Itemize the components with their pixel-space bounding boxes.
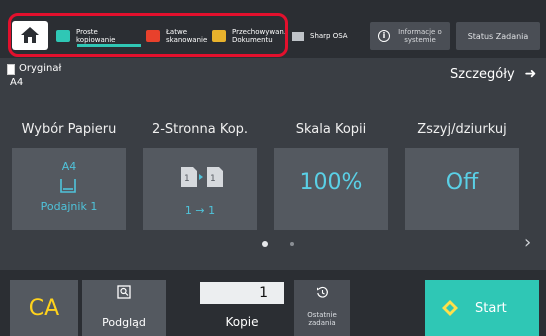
shortcuts-highlight-frame <box>8 13 288 57</box>
start-label: Start <box>475 300 507 316</box>
tile-body: A4 Podajnik 1 <box>12 148 126 230</box>
paper-select-tile[interactable]: Wybór Papieru A4 Podajnik 1 <box>10 110 128 232</box>
svg-text:1: 1 <box>210 174 216 184</box>
tile-body: 100% <box>274 148 388 230</box>
tile-title: Skala Kopii <box>295 121 367 137</box>
clear-all-button[interactable]: CA <box>10 280 78 336</box>
job-status-button[interactable]: Status Zadania <box>456 22 540 50</box>
preview-button[interactable]: Podgląd <box>82 280 166 336</box>
svg-text:1: 1 <box>184 174 190 184</box>
page-dot-active <box>262 241 268 247</box>
start-icon <box>442 300 458 316</box>
tile-body: 1 1 1 → 1 <box>143 148 257 230</box>
sharp-osa-label: Sharp OSA <box>310 32 348 40</box>
paper-tray-icon <box>60 179 76 193</box>
chevron-right-icon[interactable]: › <box>524 232 531 253</box>
copy-ratio-tile[interactable]: Skala Kopii 100% <box>272 110 390 232</box>
copies-label: Kopie <box>225 315 259 329</box>
recent-jobs-button[interactable]: Ostatnie zadania <box>294 280 350 336</box>
preview-label: Podgląd <box>102 316 146 329</box>
app-icon <box>292 31 304 41</box>
staple-punch-tile[interactable]: Zszyj/dziurkuj Off <box>403 110 521 232</box>
tile-body: Off <box>405 148 519 230</box>
page-dot <box>290 242 294 246</box>
info-icon: i <box>378 30 390 42</box>
copy-ratio-value: 100% <box>299 170 363 195</box>
system-info-button[interactable]: i Informacje o systemie <box>370 22 450 50</box>
tile-title: Zszyj/dziurkuj <box>417 121 507 137</box>
history-icon <box>317 286 328 298</box>
copies-input[interactable]: 1 <box>200 282 284 304</box>
paper-tray-value: Podajnik 1 <box>40 200 98 213</box>
paper-size-value: A4 <box>61 160 77 173</box>
details-label: Szczegóły <box>450 66 515 82</box>
details-button[interactable]: Szczegóły ➜ <box>450 62 536 86</box>
tile-title: Wybór Papieru <box>21 121 117 137</box>
duplex-copy-tile[interactable]: 2-Stronna Kop. 1 1 1 → 1 <box>141 110 259 232</box>
system-info-label: Informacje o systemie <box>398 28 442 44</box>
arrow-right-icon: ➜ <box>524 66 537 82</box>
preview-icon <box>117 285 131 299</box>
document-icon <box>7 64 15 75</box>
staple-punch-value: Off <box>445 170 479 195</box>
start-button[interactable]: Start <box>425 280 539 336</box>
recent-jobs-label: Ostatnie zadania <box>307 311 337 327</box>
original-size: A4 <box>10 77 24 88</box>
tile-title: 2-Stronna Kop. <box>151 121 249 137</box>
original-label: Oryginał <box>19 63 62 74</box>
duplex-mode-value: 1 → 1 <box>184 204 216 217</box>
sharp-osa-button[interactable]: Sharp OSA <box>292 22 348 50</box>
duplex-icon: 1 1 <box>181 167 223 187</box>
copies-control[interactable]: 1 Kopie <box>200 282 284 336</box>
